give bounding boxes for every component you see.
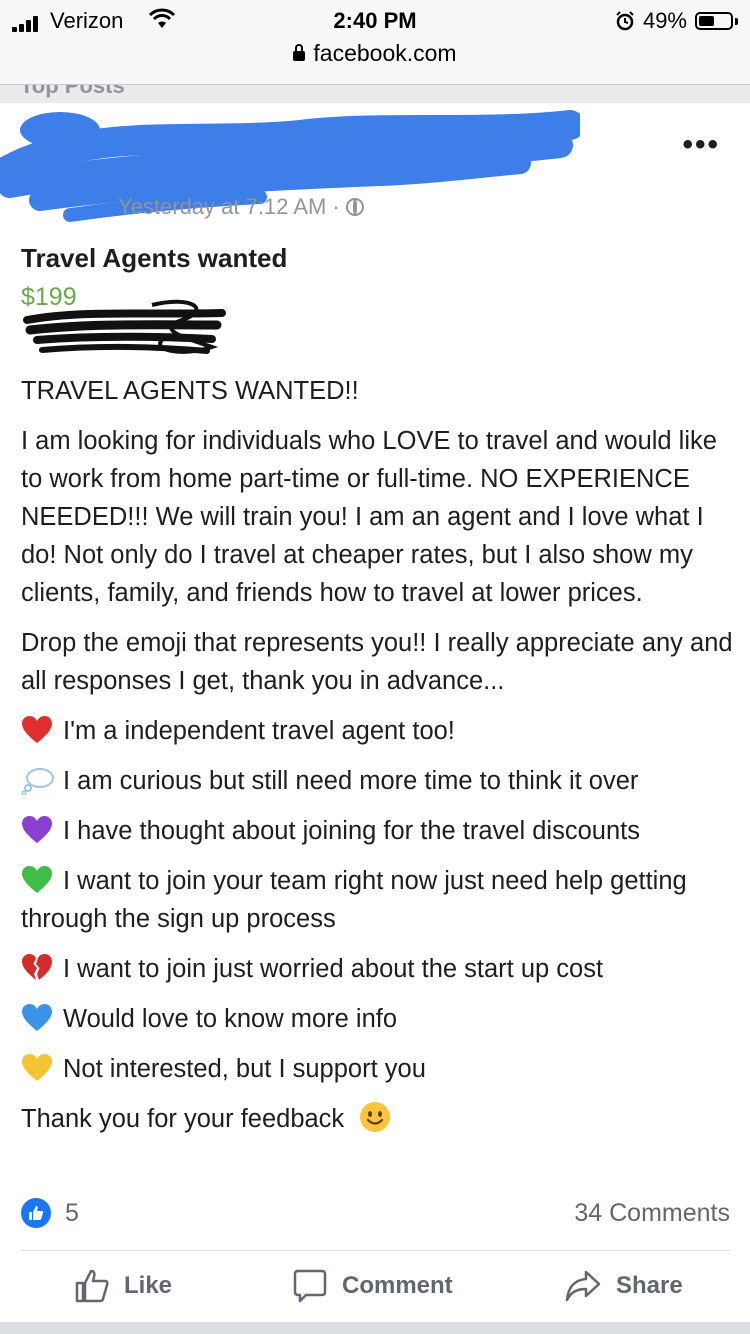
broken-heart-icon <box>21 953 53 983</box>
red-heart-icon <box>21 715 53 745</box>
post-meta: Yesterday at 7:12 AM · <box>118 194 364 220</box>
post-timestamp: Yesterday at 7:12 AM · <box>118 194 340 219</box>
option-item: I want to join your team right now just … <box>21 865 687 933</box>
location-redaction <box>23 299 226 354</box>
alarm-icon <box>616 11 634 31</box>
post-body: TRAVEL AGENTS WANTED!! I am looking for … <box>21 372 736 1150</box>
comment-bubble-icon <box>293 1269 327 1303</box>
url-bar[interactable]: facebook.com <box>0 40 750 67</box>
yellow-heart-icon <box>21 1053 53 1083</box>
thought-balloon-icon <box>21 765 54 796</box>
battery-percent: 49% <box>642 8 687 33</box>
share-button[interactable]: Share <box>564 1268 683 1304</box>
like-reaction-icon[interactable] <box>21 1198 51 1228</box>
lock-icon <box>293 44 306 61</box>
blue-heart-icon <box>21 1003 53 1033</box>
comment-label: Comment <box>342 1272 453 1299</box>
more-options-button[interactable]: ••• <box>682 128 720 162</box>
reactions-row: 5 34 Comments <box>21 1198 730 1234</box>
listing-title: Travel Agents wanted <box>21 243 288 273</box>
option-item: Not interested, but I support you <box>21 1050 736 1088</box>
option-item: I have thought about joining for the tra… <box>21 812 736 850</box>
comments-count-link[interactable]: 34 Comments <box>574 1199 730 1228</box>
option-item: I want to join just worried about the st… <box>21 950 736 988</box>
post-headline: TRAVEL AGENTS WANTED!! <box>21 377 359 405</box>
status-bar: Verizon 2:40 PM 49% facebook.com <box>0 0 750 85</box>
like-count[interactable]: 5 <box>65 1199 79 1228</box>
closing-line: Thank you for your feedback <box>21 1100 736 1138</box>
thumbs-up-icon <box>75 1269 109 1303</box>
post-paragraph: I am looking for individuals who LOVE to… <box>21 427 717 607</box>
comment-button[interactable]: Comment <box>292 1268 453 1304</box>
globe-icon <box>345 198 364 216</box>
smiling-face-icon <box>359 1101 391 1132</box>
option-item: I am curious but still need more time to… <box>21 762 736 800</box>
purple-heart-icon <box>21 815 53 845</box>
next-post-divider <box>0 1322 750 1334</box>
action-bar: Like Comment Share <box>0 1252 750 1320</box>
green-heart-icon <box>21 865 53 895</box>
like-button[interactable]: Like <box>74 1268 172 1304</box>
url-text: facebook.com <box>313 40 457 66</box>
option-item: Would love to know more info <box>21 1000 736 1038</box>
divider <box>21 1250 730 1251</box>
share-label: Share <box>616 1272 683 1299</box>
like-label: Like <box>124 1272 173 1299</box>
option-item: I'm a independent travel agent too! <box>21 712 736 750</box>
battery-icon <box>695 12 733 30</box>
share-arrow-icon <box>565 1270 601 1302</box>
section-header: Top Posts <box>0 85 750 103</box>
post-paragraph: Drop the emoji that represents you!! I r… <box>21 629 733 695</box>
